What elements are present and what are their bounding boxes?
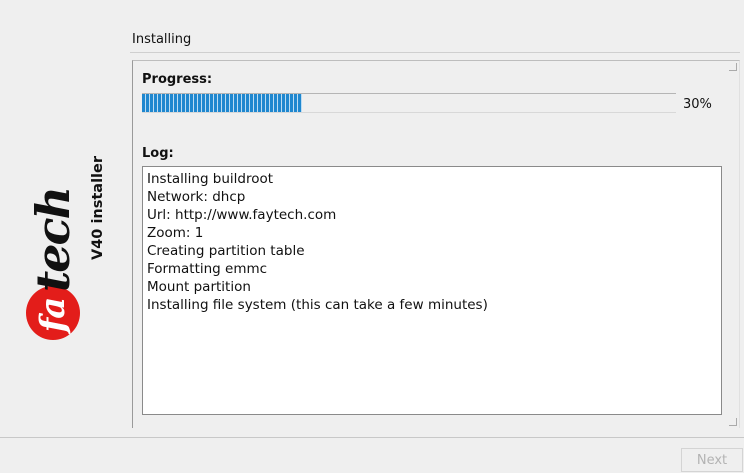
logo-fa-circle: fa [26, 286, 80, 340]
installer-version-title: V40 installer [90, 155, 106, 260]
log-label: Log: [142, 146, 174, 161]
log-line: Creating partition table [147, 243, 305, 259]
log-line: Zoom: 1 [147, 225, 204, 241]
log-textarea[interactable]: Installing buildroot Network: dhcp Url: ht… [142, 166, 722, 415]
faytech-logo: fa tech [26, 188, 80, 340]
page-title: Installing [132, 32, 192, 47]
brand-panel: fa tech V40 installer [0, 0, 120, 433]
logo-tech-text: tech [26, 188, 80, 292]
header-divider [130, 52, 740, 53]
progress-bar [142, 93, 676, 113]
log-line: Formatting emmc [147, 261, 268, 277]
progress-bar-fill [142, 94, 303, 112]
footer-divider [0, 437, 744, 438]
log-line: Installing buildroot [147, 171, 274, 187]
log-line: Network: dhcp [147, 189, 246, 205]
log-line: Installing file system (this can take a … [147, 297, 488, 313]
next-button[interactable]: Next [681, 448, 743, 472]
log-line: Mount partition [147, 279, 251, 295]
progress-percent: 30% [683, 97, 712, 112]
resize-grip-icon [729, 418, 737, 426]
install-panel: Progress: 30% Log: Installing buildroot N… [132, 60, 740, 428]
progress-label: Progress: [142, 72, 213, 87]
resize-grip-icon [729, 63, 737, 71]
log-line: Url: http://www.faytech.com [147, 207, 337, 223]
